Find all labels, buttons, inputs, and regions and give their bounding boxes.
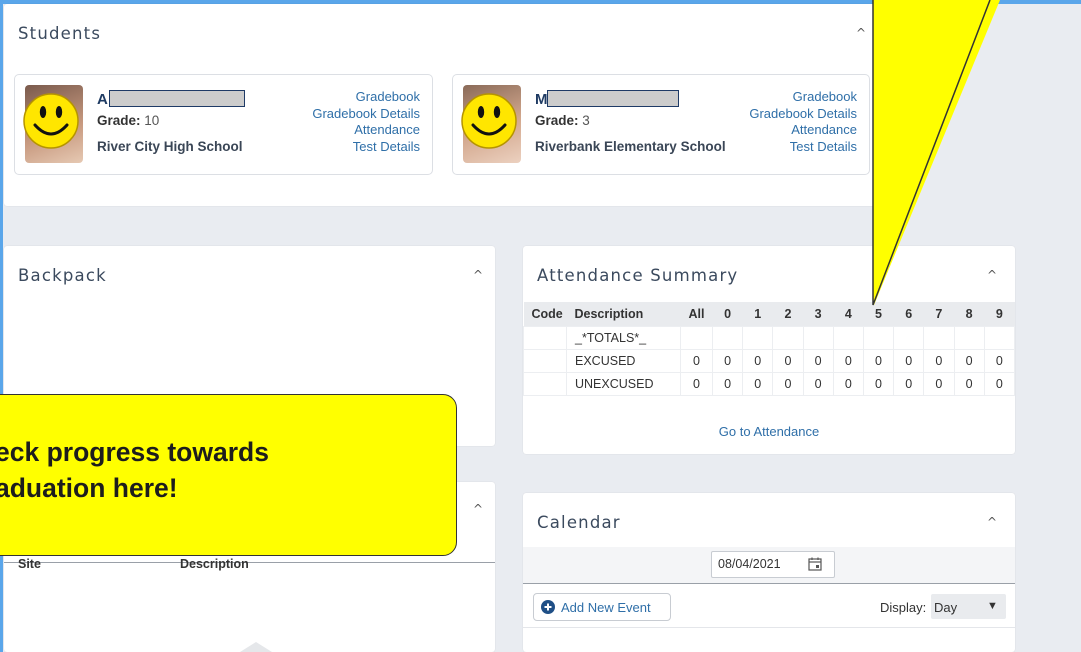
callout-line-2: aduation here! bbox=[0, 473, 178, 503]
graduation-callout: eck progress towards aduation here! bbox=[0, 394, 457, 556]
callout-line-1: eck progress towards bbox=[0, 437, 269, 467]
